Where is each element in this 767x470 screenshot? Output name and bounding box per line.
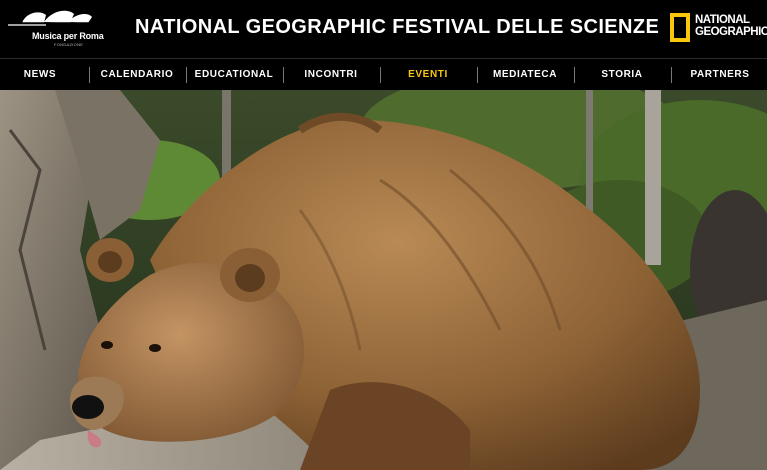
- nav-item-educational[interactable]: EDUCATIONAL: [195, 59, 274, 91]
- site-header: Musica per Roma FONDAZIONE NATIONAL GEOG…: [0, 0, 767, 58]
- auditorium-roofs-icon: [8, 10, 94, 26]
- nav-separator: [380, 67, 381, 83]
- national-geographic-logo[interactable]: NATIONAL GEOGRAPHIC: [670, 12, 767, 44]
- yellow-frame-icon: [670, 13, 690, 42]
- nav-separator: [186, 67, 187, 83]
- page-title: NATIONAL GEOGRAPHIC FESTIVAL DELLE SCIEN…: [135, 16, 660, 38]
- nav-item-calendario[interactable]: CALENDARIO: [101, 59, 174, 91]
- ng-logo-text: NATIONAL GEOGRAPHIC: [695, 14, 767, 38]
- ng-logo-line2: GEOGRAPHIC: [695, 26, 767, 38]
- partner-subtitle: FONDAZIONE: [54, 42, 84, 47]
- nav-item-eventi[interactable]: EVENTI: [408, 59, 448, 91]
- ng-logo-line1: NATIONAL: [695, 14, 750, 26]
- musica-per-roma-logo[interactable]: Musica per Roma FONDAZIONE: [4, 8, 104, 52]
- nav-item-mediateca[interactable]: MEDIATECA: [493, 59, 557, 91]
- main-nav: NEWS CALENDARIO EDUCATIONAL INCONTRI EVE…: [0, 58, 767, 90]
- nav-separator: [671, 67, 672, 83]
- nav-item-partners[interactable]: PARTNERS: [690, 59, 749, 91]
- partner-name: Musica per Roma: [32, 31, 104, 41]
- hero-image: [0, 90, 767, 470]
- nav-separator: [477, 67, 478, 83]
- brown-bear-photo: [0, 90, 767, 470]
- nav-item-storia[interactable]: STORIA: [601, 59, 642, 91]
- nav-separator: [283, 67, 284, 83]
- nav-separator: [574, 67, 575, 83]
- nav-item-news[interactable]: NEWS: [24, 59, 56, 91]
- nav-item-incontri[interactable]: INCONTRI: [304, 59, 357, 91]
- nav-separator: [89, 67, 90, 83]
